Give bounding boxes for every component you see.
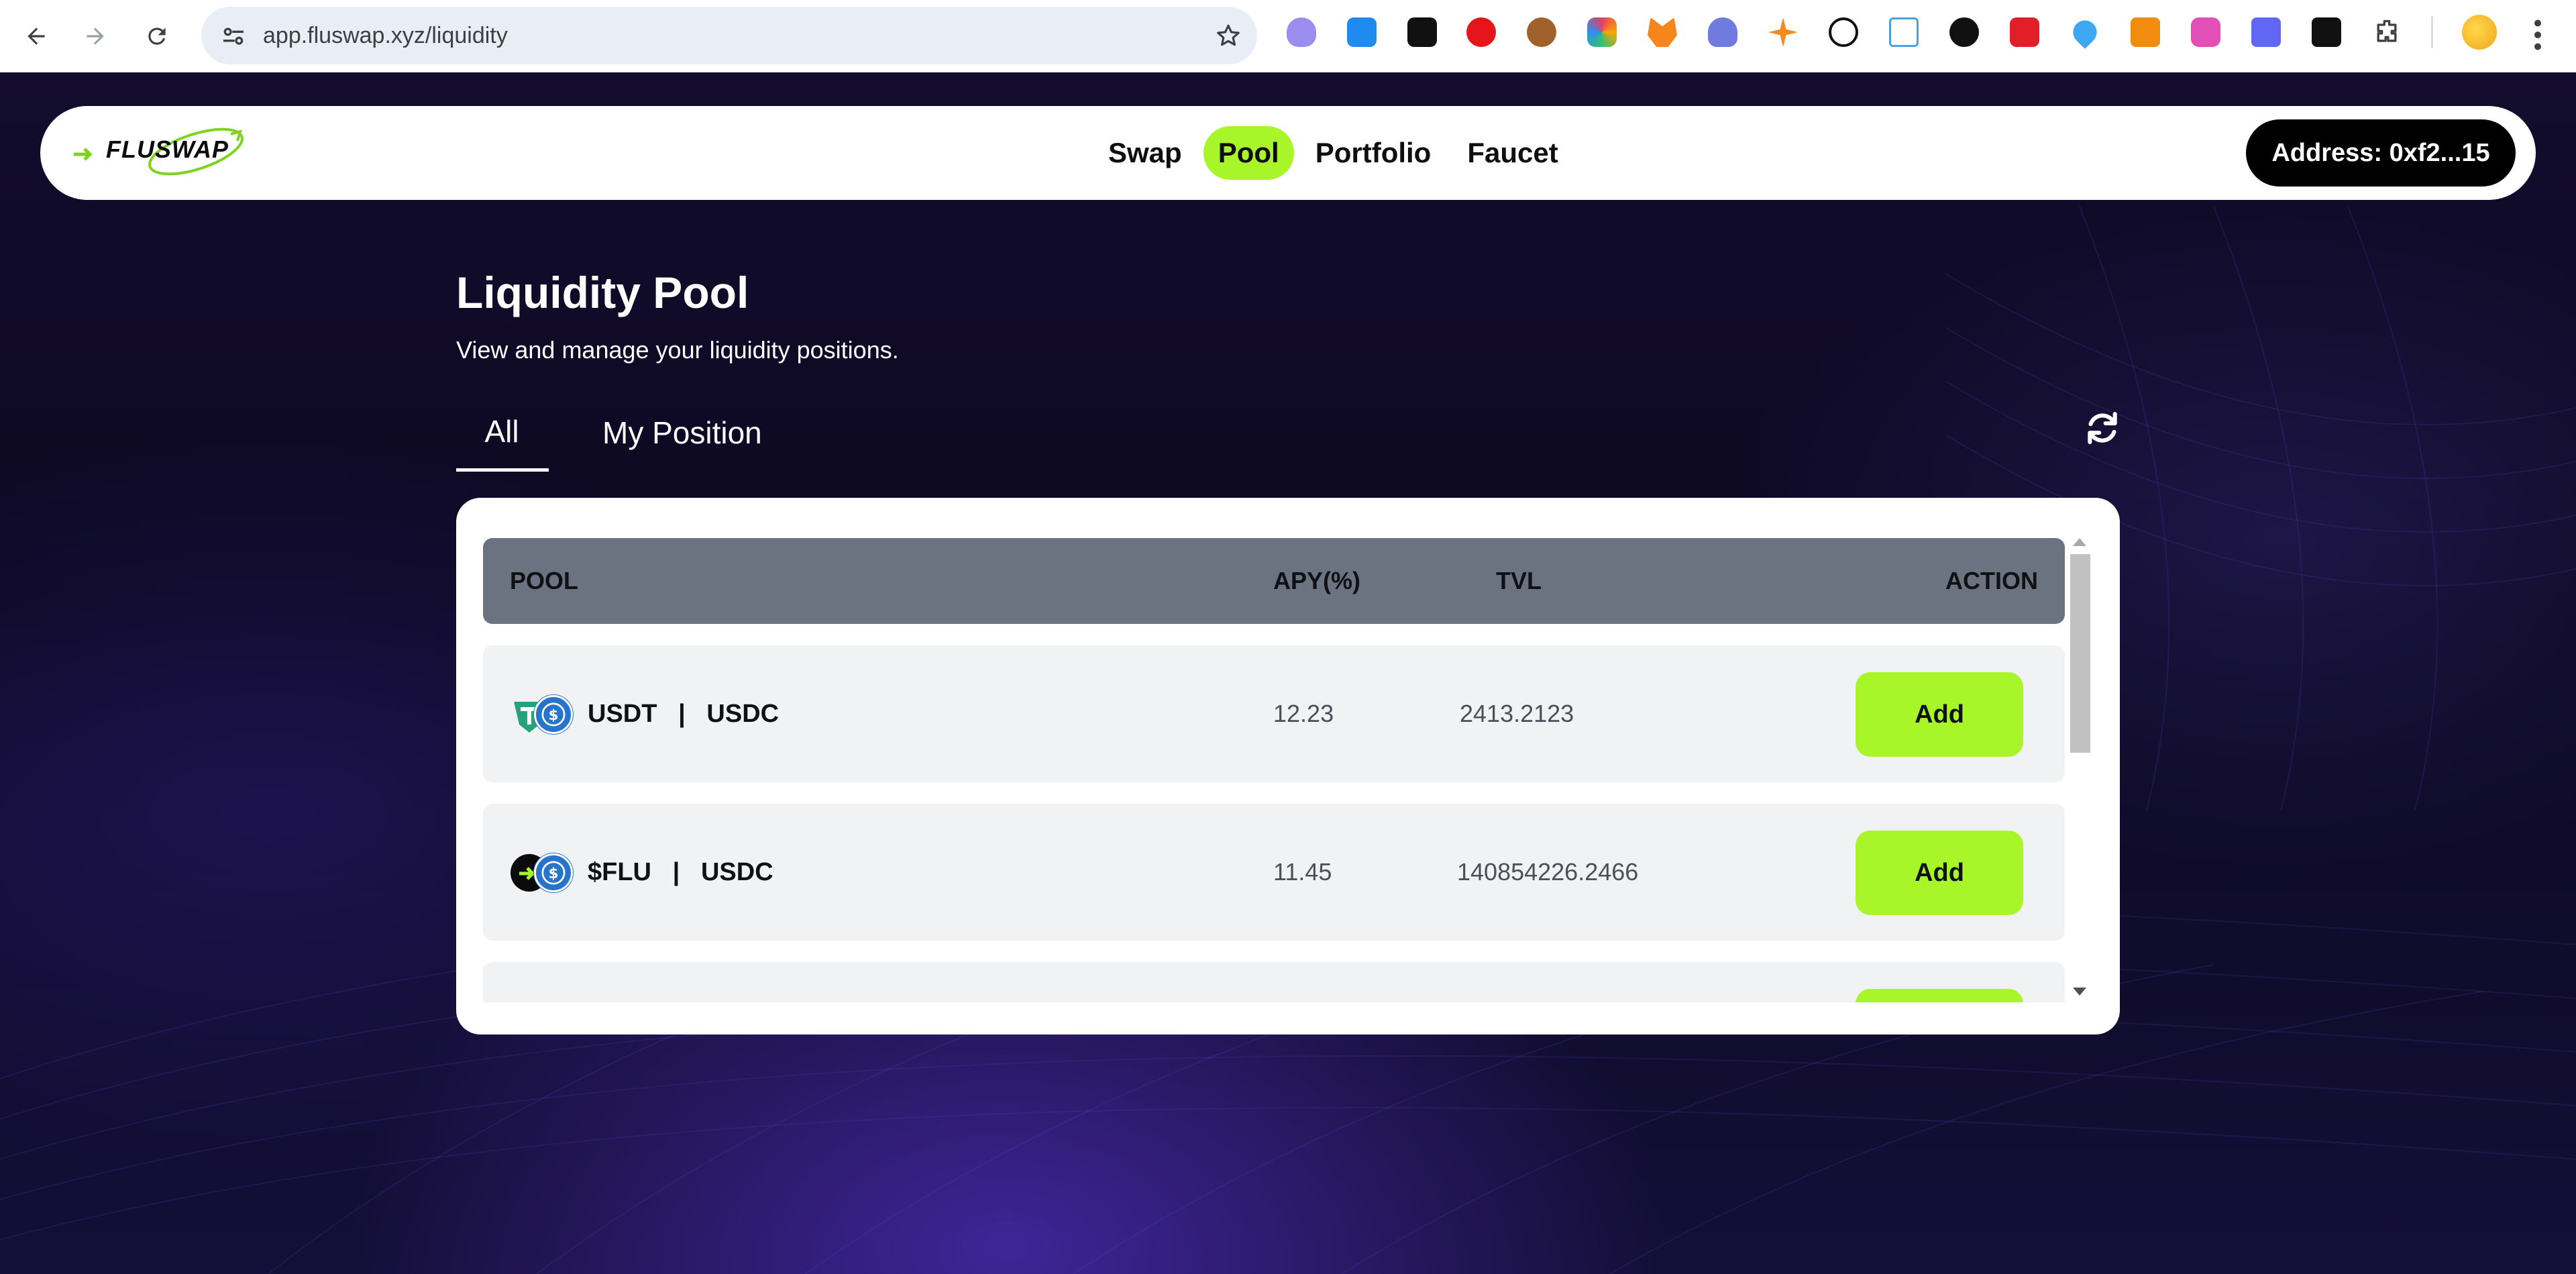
address-bar[interactable]: app.fluswap.xyz/liquidity bbox=[201, 7, 1257, 64]
usdc-token-icon: $ bbox=[534, 695, 573, 734]
rabbit-extension-icon[interactable] bbox=[1708, 17, 1737, 47]
pool-table-card: POOL APY(%) TVL ACTION $ USDT | USDC 12.… bbox=[456, 498, 2120, 1034]
page-subtitle: View and manage your liquidity positions… bbox=[456, 336, 899, 364]
svg-text:$: $ bbox=[549, 865, 559, 882]
pink-extension-icon[interactable] bbox=[2191, 17, 2220, 47]
spark-extension-icon[interactable] bbox=[1768, 17, 1798, 47]
refresh-icon[interactable] bbox=[2084, 409, 2121, 447]
back-button[interactable] bbox=[13, 13, 59, 59]
scroll-down-arrow-icon[interactable] bbox=[2073, 988, 2086, 996]
table-row: $ USDT | USDC 12.23 2413.2123 Add bbox=[483, 645, 2065, 782]
page-title: Liquidity Pool bbox=[456, 268, 749, 317]
pair-token-icons: $ bbox=[510, 851, 574, 894]
more-menu-icon[interactable] bbox=[2529, 15, 2546, 55]
shield-extension-icon[interactable] bbox=[1466, 17, 1496, 47]
info-extension-icon[interactable] bbox=[1949, 17, 1979, 47]
circle-extension-icon[interactable] bbox=[1587, 17, 1617, 47]
table-row: $ $FLU | USDC 11.45 140854226.2466 Add bbox=[483, 804, 2065, 941]
scroll-thumb[interactable] bbox=[2070, 554, 2090, 753]
tab-all[interactable]: All bbox=[456, 413, 547, 449]
pool-tvl: 2413.2123 bbox=[1460, 700, 1574, 727]
cookie-extension-icon[interactable] bbox=[1527, 17, 1556, 47]
main-navigation: Swap Pool Portfolio Faucet bbox=[1093, 126, 1573, 180]
pool-tvl: 140854226.2466 bbox=[1457, 858, 1639, 886]
browser-toolbar: app.fluswap.xyz/liquidity bbox=[0, 0, 2576, 72]
site-settings-icon[interactable] bbox=[220, 23, 247, 50]
pool-pair-label: USDT | USDC bbox=[588, 699, 780, 728]
nav-portfolio[interactable]: Portfolio bbox=[1301, 126, 1446, 180]
wallet-address-button[interactable]: Address: 0xf2...15 bbox=[2246, 119, 2516, 187]
page-background: FLUSWAP Swap Pool Portfolio Faucet Addre… bbox=[0, 72, 2576, 1274]
t-extension-icon[interactable] bbox=[1889, 17, 1919, 47]
table-scrollbar[interactable] bbox=[2066, 530, 2093, 1002]
usdc-token-icon: $ bbox=[534, 853, 573, 892]
nav-faucet[interactable]: Faucet bbox=[1452, 126, 1572, 180]
cat-extension-icon[interactable] bbox=[2251, 17, 2281, 47]
tab-my-position[interactable]: My Position bbox=[602, 415, 762, 451]
metamask-fox-icon[interactable] bbox=[1648, 17, 1677, 47]
url-text[interactable]: app.fluswap.xyz/liquidity bbox=[263, 7, 508, 64]
nav-pool[interactable]: Pool bbox=[1203, 126, 1294, 180]
reload-icon bbox=[148, 28, 166, 45]
dice-extension-icon[interactable] bbox=[1407, 17, 1437, 47]
pair-token-icons: $ bbox=[510, 692, 574, 735]
add-liquidity-button-partial[interactable] bbox=[1856, 989, 2023, 1002]
toolbar-divider bbox=[2431, 16, 2433, 48]
puzzle-extensions-icon[interactable] bbox=[2372, 17, 2402, 47]
add-liquidity-button[interactable]: Add bbox=[1856, 831, 2023, 915]
slash-extension-icon[interactable] bbox=[2312, 17, 2341, 47]
scroll-up-arrow-icon[interactable] bbox=[2073, 538, 2086, 546]
drop-extension-icon[interactable] bbox=[2068, 15, 2102, 49]
nav-swap[interactable]: Swap bbox=[1093, 126, 1197, 180]
orange-extension-icon[interactable] bbox=[2131, 17, 2160, 47]
k-extension-icon[interactable] bbox=[1347, 17, 1377, 47]
arrow-left-icon bbox=[28, 28, 45, 45]
reload-button[interactable] bbox=[134, 13, 180, 59]
pool-pair: $ $FLU | USDC bbox=[510, 804, 773, 941]
profile-avatar[interactable] bbox=[2462, 15, 2497, 50]
pool-apy: 11.45 bbox=[1273, 858, 1332, 886]
table-body: $ USDT | USDC 12.23 2413.2123 Add $ $FLU… bbox=[456, 525, 2066, 1002]
arrow-right-icon bbox=[87, 28, 104, 45]
logo-wordmark[interactable]: FLUSWAP bbox=[106, 136, 229, 164]
forward-button[interactable] bbox=[72, 13, 118, 59]
svg-text:$: $ bbox=[549, 707, 559, 724]
pool-apy: 12.23 bbox=[1273, 700, 1334, 727]
tab-active-indicator bbox=[456, 468, 549, 472]
table-row bbox=[483, 962, 2065, 1002]
gear-red-extension-icon[interactable] bbox=[2010, 17, 2039, 47]
ghost-extension-icon[interactable] bbox=[1287, 17, 1316, 47]
app-header: FLUSWAP Swap Pool Portfolio Faucet Addre… bbox=[40, 106, 2536, 200]
pool-pair-label: $FLU | USDC bbox=[588, 857, 773, 886]
pool-pair: $ USDT | USDC bbox=[510, 645, 779, 782]
w-extension-icon[interactable] bbox=[1829, 17, 1858, 47]
bookmark-star-icon[interactable] bbox=[1214, 21, 1242, 50]
add-liquidity-button[interactable]: Add bbox=[1856, 672, 2023, 757]
